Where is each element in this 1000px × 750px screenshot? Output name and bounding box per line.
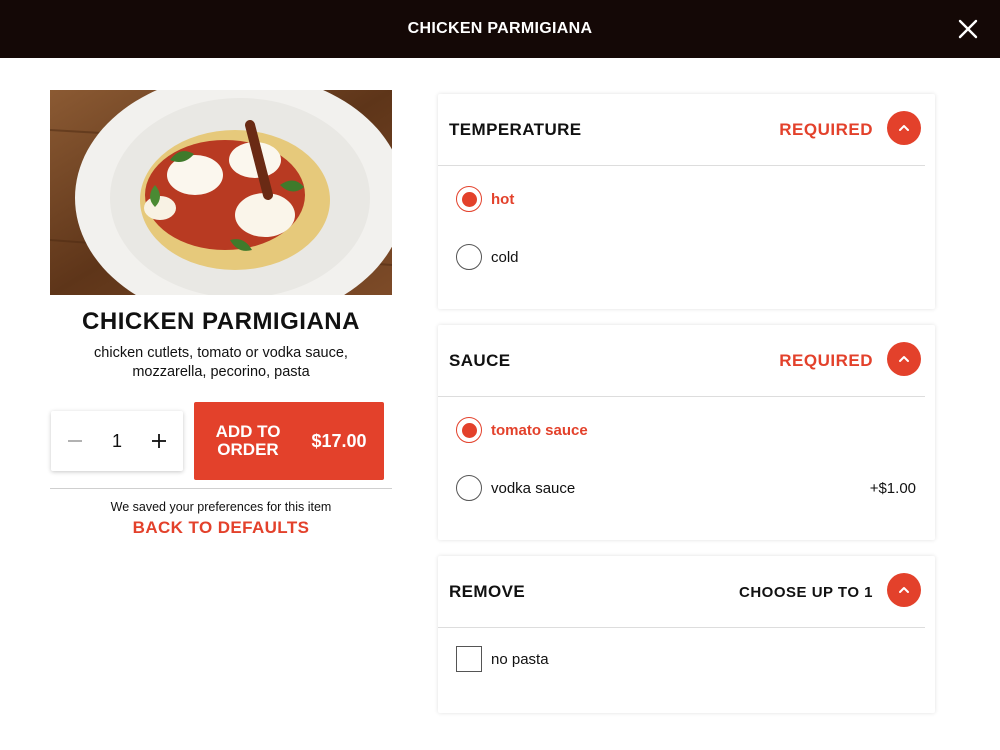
radio-button[interactable] bbox=[456, 475, 482, 501]
collapse-button[interactable] bbox=[887, 111, 921, 145]
plus-icon bbox=[152, 434, 166, 448]
top-bar: CHICKEN PARMIGIANA bbox=[0, 0, 1000, 58]
add-label-line1: ADD TO bbox=[215, 422, 281, 441]
back-to-defaults-link[interactable]: BACK TO DEFAULTS bbox=[50, 518, 392, 538]
required-badge: REQUIRED bbox=[779, 120, 873, 139]
radio-button[interactable] bbox=[456, 244, 482, 270]
option-label: tomato sauce bbox=[491, 421, 588, 439]
option-label: hot bbox=[491, 190, 515, 208]
close-icon bbox=[958, 19, 978, 39]
option-label: vodka sauce bbox=[491, 479, 576, 497]
option-cold[interactable]: cold bbox=[438, 228, 935, 286]
add-to-order-button[interactable]: ADD TO ORDER $17.00 bbox=[194, 402, 384, 480]
required-badge: REQUIRED bbox=[779, 351, 873, 370]
dish-photo bbox=[50, 90, 392, 295]
option-vodka-sauce[interactable]: vodka sauce +$1.00 bbox=[438, 459, 935, 517]
decrease-quantity-button[interactable] bbox=[51, 411, 99, 471]
close-button[interactable] bbox=[956, 17, 980, 41]
chevron-up-icon bbox=[899, 125, 909, 131]
option-no-pasta[interactable]: no pasta bbox=[438, 630, 935, 688]
order-price: $17.00 bbox=[311, 430, 367, 451]
item-description: chicken cutlets, tomato or vodka sauce, … bbox=[94, 345, 348, 380]
collapse-button[interactable] bbox=[887, 573, 921, 607]
quantity-stepper: 1 bbox=[51, 411, 183, 471]
group-title: TEMPERATURE bbox=[449, 119, 582, 139]
item-title: CHICKEN PARMIGIANA bbox=[82, 308, 360, 335]
checkbox[interactable] bbox=[456, 646, 482, 672]
saved-preferences-note: We saved your preferences for this item bbox=[110, 500, 332, 514]
sauce-header: SAUCE REQUIRED bbox=[438, 325, 925, 397]
option-tomato-sauce[interactable]: tomato sauce bbox=[438, 401, 935, 459]
add-to-order-label: ADD TO ORDER bbox=[194, 423, 294, 459]
quantity-value: 1 bbox=[111, 430, 122, 451]
option-price: +$1.00 bbox=[869, 479, 916, 497]
temperature-header: TEMPERATURE REQUIRED bbox=[438, 94, 925, 166]
collapse-button[interactable] bbox=[887, 342, 921, 376]
option-label: no pasta bbox=[491, 650, 549, 668]
minus-icon bbox=[68, 440, 82, 442]
group-title: REMOVE bbox=[449, 581, 526, 601]
add-label-line2: ORDER bbox=[217, 440, 279, 459]
chevron-up-icon bbox=[899, 587, 909, 593]
choose-limit-badge: CHOOSE UP TO 1 bbox=[739, 583, 873, 601]
option-hot[interactable]: hot bbox=[438, 170, 935, 228]
option-label: cold bbox=[491, 248, 519, 266]
group-title: SAUCE bbox=[449, 350, 511, 370]
increase-quantity-button[interactable] bbox=[135, 411, 183, 471]
sauce-group: SAUCE REQUIRED tomato sauce vodka sauce … bbox=[438, 325, 935, 540]
radio-button[interactable] bbox=[456, 186, 482, 212]
remove-header: REMOVE CHOOSE UP TO 1 bbox=[438, 556, 925, 628]
divider bbox=[50, 488, 392, 489]
chevron-up-icon bbox=[899, 356, 909, 362]
remove-group: REMOVE CHOOSE UP TO 1 no pasta bbox=[438, 556, 935, 713]
radio-button[interactable] bbox=[456, 417, 482, 443]
page-title: CHICKEN PARMIGIANA bbox=[407, 20, 593, 37]
temperature-group: TEMPERATURE REQUIRED hot cold bbox=[438, 94, 935, 309]
